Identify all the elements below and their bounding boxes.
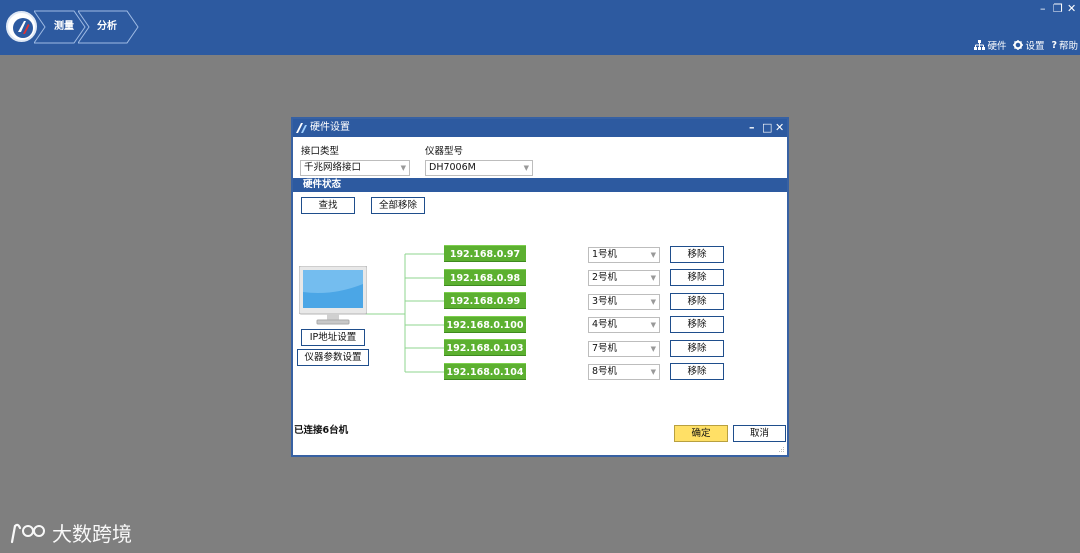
watermark-text: 大数跨境 [52,522,132,546]
logo-icon [13,18,33,38]
chevron-down-icon: ▼ [650,368,656,376]
device-unit-select[interactable]: 7号机 ▼ [588,341,660,357]
network-icon [974,40,986,50]
chevron-down-icon: ▼ [650,321,656,329]
device-unit-value: 3号机 [592,296,618,307]
device-unit-select[interactable]: 3号机 ▼ [588,294,660,310]
device-unit-value: 1号机 [592,249,618,260]
device-ip-badge: 192.168.0.103 [444,339,526,356]
tab-analysis[interactable]: 分析 [78,10,140,44]
settings-link-label: 设置 [1025,41,1045,52]
close-button[interactable]: ✕ [1067,2,1076,15]
device-unit-select[interactable]: 2号机 ▼ [588,270,660,286]
chevron-down-icon: ▼ [650,345,656,353]
tab-analysis-label: 分析 [97,21,117,32]
chevron-down-icon: ▼ [650,274,656,282]
help-link-label: 帮助 [1058,41,1078,52]
device-ip-badge: 192.168.0.97 [444,245,526,262]
connection-status-text: 已连接6台机 [294,425,349,436]
remove-device-button[interactable]: 移除 [670,293,724,310]
settings-link[interactable]: 设置 [1013,38,1044,52]
ok-button[interactable]: 确定 [674,425,728,442]
remove-device-button[interactable]: 移除 [670,363,724,380]
computer-monitor-icon [299,266,367,325]
device-unit-value: 2号机 [592,272,618,283]
watermark-logo-icon [10,523,45,543]
device-ip-badge: 192.168.0.100 [444,316,526,333]
help-icon: ? [1051,39,1057,51]
ip-address-settings-button[interactable]: IP地址设置 [301,329,365,346]
device-unit-select[interactable]: 4号机 ▼ [588,317,660,333]
remove-device-button[interactable]: 移除 [670,269,724,286]
device-ip-badge: 192.168.0.99 [444,292,526,309]
header-links: 硬件 设置 ? 帮助 [974,38,1078,52]
app-header: 测量 分析 – ❐ ✕ 硬件 设置 ? 帮助 [0,0,1080,55]
restore-button[interactable]: ❐ [1053,2,1063,15]
hardware-link[interactable]: 硬件 [974,38,1006,52]
device-unit-select[interactable]: 1号机 ▼ [588,247,660,263]
tab-measure-label: 测量 [54,21,74,32]
hardware-link-label: 硬件 [987,41,1007,52]
gear-icon [1013,40,1024,50]
chevron-down-icon: ▼ [650,298,656,306]
remove-device-button[interactable]: 移除 [670,246,724,263]
device-unit-value: 4号机 [592,319,618,330]
resize-grip-icon[interactable] [777,445,785,453]
device-unit-value: 8号机 [592,366,618,377]
device-ip-badge: 192.168.0.104 [444,363,526,380]
remove-device-button[interactable]: 移除 [670,340,724,357]
device-ip-badge: 192.168.0.98 [444,269,526,286]
device-unit-select[interactable]: 8号机 ▼ [588,364,660,380]
hardware-settings-dialog: 硬件设置 – □ ✕ 接口类型 千兆网络接口 ▼ 仪器型号 DH7006M ▼ … [291,117,789,457]
minimize-button[interactable]: – [1040,2,1046,15]
remove-device-button[interactable]: 移除 [670,316,724,333]
instrument-param-settings-button[interactable]: 仪器参数设置 [297,349,369,366]
chevron-down-icon: ▼ [650,251,656,259]
device-unit-value: 7号机 [592,343,618,354]
help-link[interactable]: ? 帮助 [1051,38,1078,53]
cancel-button[interactable]: 取消 [733,425,786,442]
app-logo [6,11,37,42]
watermark: 大数跨境 [8,518,132,547]
